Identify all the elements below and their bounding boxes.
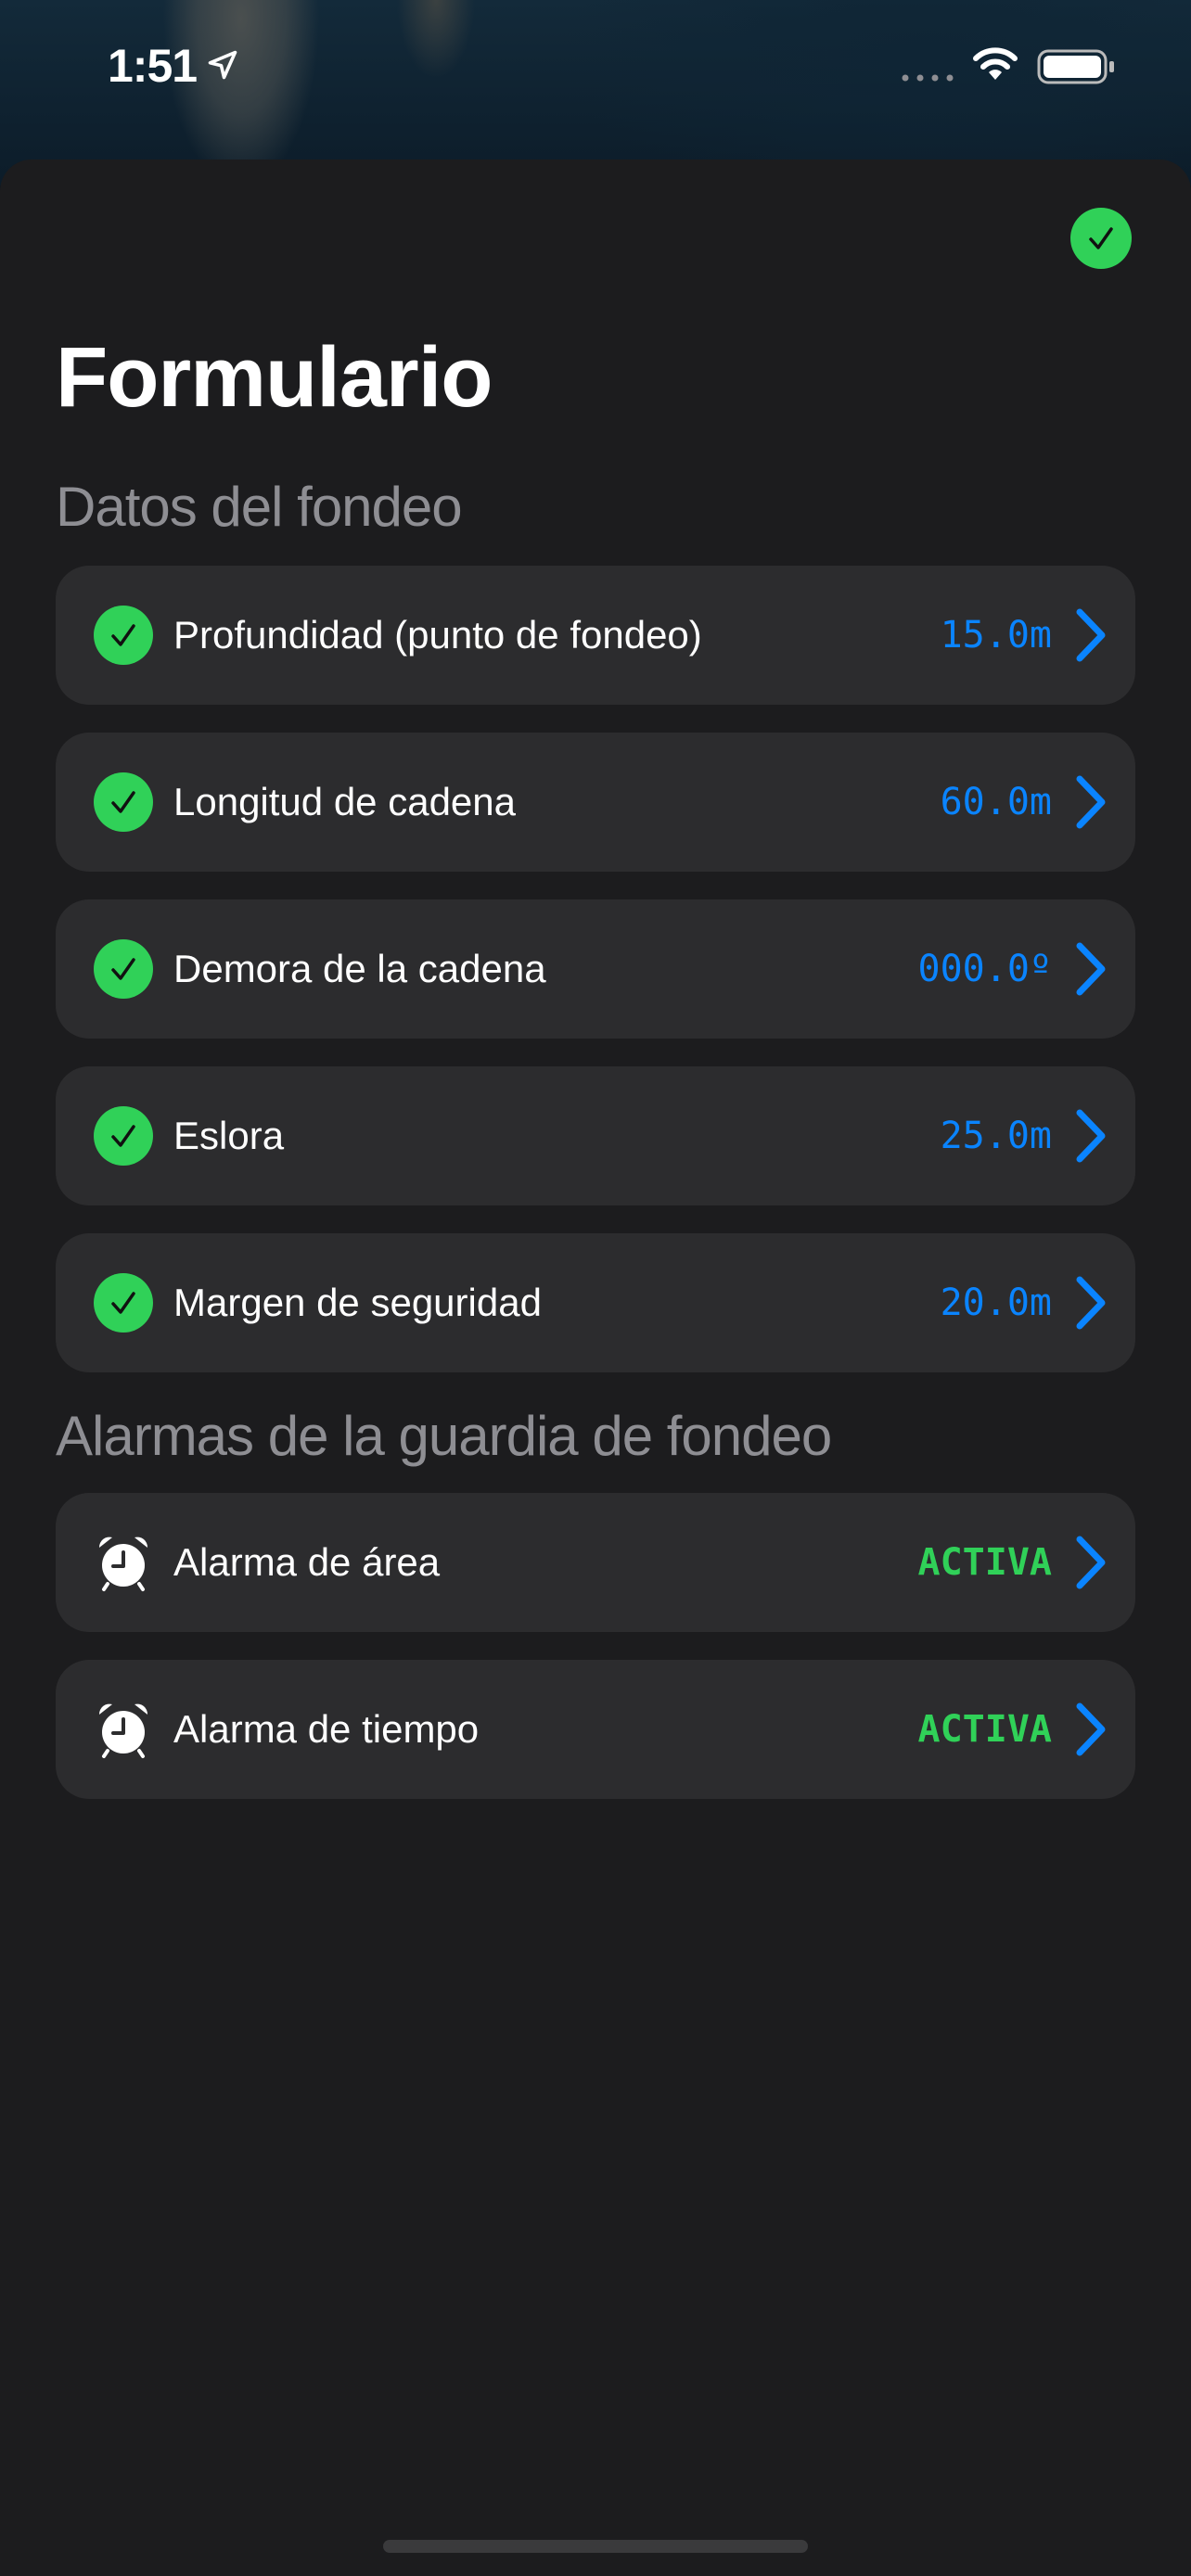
row-longitud-cadena[interactable]: Longitud de cadena 60.0m bbox=[56, 733, 1135, 872]
home-indicator[interactable] bbox=[383, 2540, 808, 2553]
checkmark-circle-icon bbox=[94, 772, 153, 832]
row-eslora[interactable]: Eslora 25.0m bbox=[56, 1066, 1135, 1205]
row-label: Longitud de cadena bbox=[173, 780, 516, 823]
checkmark-circle-icon bbox=[94, 606, 153, 665]
row-label: Alarma de tiempo bbox=[173, 1707, 480, 1751]
row-label: Eslora bbox=[173, 1114, 285, 1157]
cellular-signal-icon bbox=[902, 74, 954, 82]
checkmark-icon bbox=[1089, 227, 1113, 249]
row-label: Profundidad (punto de fondeo) bbox=[173, 613, 702, 657]
checkmark-circle-icon bbox=[94, 1106, 153, 1166]
row-value: 15.0m bbox=[940, 614, 1052, 657]
checkmark-circle-icon bbox=[94, 1273, 153, 1333]
row-margen-seguridad[interactable]: Margen de seguridad 20.0m bbox=[56, 1233, 1135, 1372]
row-label: Alarma de área bbox=[173, 1540, 441, 1584]
chevron-right-icon bbox=[1076, 1536, 1106, 1589]
row-value: 20.0m bbox=[940, 1282, 1052, 1324]
row-demora-cadena[interactable]: Demora de la cadena 000.0º bbox=[56, 899, 1135, 1039]
chevron-right-icon bbox=[1076, 1702, 1106, 1756]
row-label: Margen de seguridad bbox=[173, 1281, 542, 1324]
chevron-right-icon bbox=[1076, 942, 1106, 996]
checkmark-circle-icon bbox=[94, 939, 153, 999]
row-profundidad[interactable]: Profundidad (punto de fondeo) 15.0m bbox=[56, 566, 1135, 705]
battery-icon bbox=[1037, 49, 1114, 84]
chevron-right-icon bbox=[1076, 1276, 1106, 1330]
alarm-clock-icon bbox=[98, 1703, 148, 1758]
status-time: 1:51 bbox=[108, 40, 198, 92]
row-value: 60.0m bbox=[940, 781, 1052, 823]
alarm-clock-icon bbox=[98, 1537, 148, 1591]
status-value: ACTIVA bbox=[917, 1541, 1053, 1584]
status-value: ACTIVA bbox=[917, 1708, 1053, 1751]
chevron-right-icon bbox=[1076, 775, 1106, 829]
row-value: 000.0º bbox=[917, 948, 1053, 990]
section-header-datos: Datos del fondeo bbox=[56, 476, 463, 538]
location-arrow-icon bbox=[208, 50, 237, 80]
row-label: Demora de la cadena bbox=[173, 947, 546, 990]
page-title: Formulario bbox=[56, 330, 493, 425]
section-header-alarmas: Alarmas de la guardia de fondeo bbox=[56, 1405, 832, 1467]
row-value: 25.0m bbox=[940, 1115, 1052, 1157]
row-alarma-area[interactable]: Alarma de área ACTIVA bbox=[56, 1493, 1135, 1632]
chevron-right-icon bbox=[1076, 1109, 1106, 1163]
chevron-right-icon bbox=[1076, 608, 1106, 662]
wifi-icon bbox=[973, 47, 1018, 80]
status-bar: 1:51 bbox=[0, 0, 1191, 139]
row-alarma-tiempo[interactable]: Alarma de tiempo ACTIVA bbox=[56, 1660, 1135, 1799]
done-button[interactable] bbox=[1070, 208, 1132, 269]
